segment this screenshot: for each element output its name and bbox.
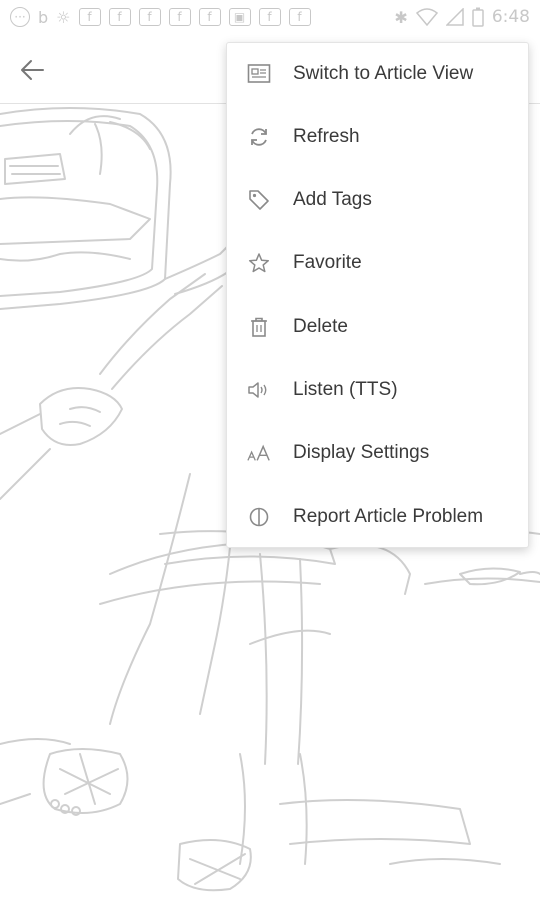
refresh-icon — [247, 125, 271, 149]
status-bar: ··· b ☼ f f f f f ▣ f f ✱ 6:48 — [0, 0, 540, 34]
menu-item-label: Refresh — [293, 126, 360, 147]
menu-item-favorite[interactable]: Favorite — [227, 233, 528, 293]
star-icon — [247, 251, 271, 275]
menu-item-switch-to-article-view[interactable]: Switch to Article View — [227, 44, 528, 104]
facebook-icon: f — [78, 8, 101, 26]
menu-item-refresh[interactable]: Refresh — [227, 107, 528, 167]
menu-item-add-tags[interactable]: Add Tags — [227, 170, 528, 230]
menu-item-report-article-problem[interactable]: Report Article Problem — [227, 487, 528, 547]
facebook-icon: f — [198, 8, 221, 26]
battery-icon — [472, 7, 484, 27]
facebook-icon: f — [108, 8, 131, 26]
menu-item-label: Display Settings — [293, 442, 430, 463]
facebook-icon: f — [258, 8, 281, 26]
arrow-left-icon — [21, 60, 44, 80]
back-button[interactable] — [14, 52, 50, 88]
trash-icon — [247, 315, 271, 339]
facebook-icon: f — [168, 8, 191, 26]
menu-item-display-settings[interactable]: Display Settings — [227, 423, 528, 483]
b-app-icon: b — [38, 7, 49, 27]
bluetooth-icon: ✱ — [394, 7, 408, 27]
article-view-icon — [247, 62, 271, 86]
report-icon — [247, 505, 271, 529]
notification-icons: ··· b ☼ f f f f f ▣ f f — [10, 7, 311, 27]
tag-icon — [247, 188, 271, 212]
system-icons: ✱ 6:48 — [394, 7, 530, 27]
wifi-icon — [415, 8, 438, 26]
menu-item-label: Add Tags — [293, 189, 372, 210]
menu-item-label: Favorite — [293, 252, 362, 273]
facebook-icon: f — [288, 8, 311, 26]
menu-item-label: Listen (TTS) — [293, 379, 398, 400]
fox-app-icon: ☼ — [56, 7, 71, 27]
car-icon: ▣ — [228, 8, 251, 26]
speaker-icon — [247, 378, 271, 402]
menu-item-label: Delete — [293, 316, 348, 337]
menu-item-label: Switch to Article View — [293, 63, 474, 84]
clock: 6:48 — [491, 7, 530, 27]
facebook-icon: f — [138, 8, 161, 26]
overflow-menu: Switch to Article View Refresh Add Tags — [226, 42, 529, 548]
menu-item-delete[interactable]: Delete — [227, 297, 528, 357]
more-icon: ··· — [10, 7, 30, 27]
menu-item-listen-tts[interactable]: Listen (TTS) — [227, 360, 528, 420]
signal-icon — [445, 8, 464, 26]
font-size-icon — [247, 441, 271, 465]
menu-item-label: Report Article Problem — [293, 506, 484, 527]
